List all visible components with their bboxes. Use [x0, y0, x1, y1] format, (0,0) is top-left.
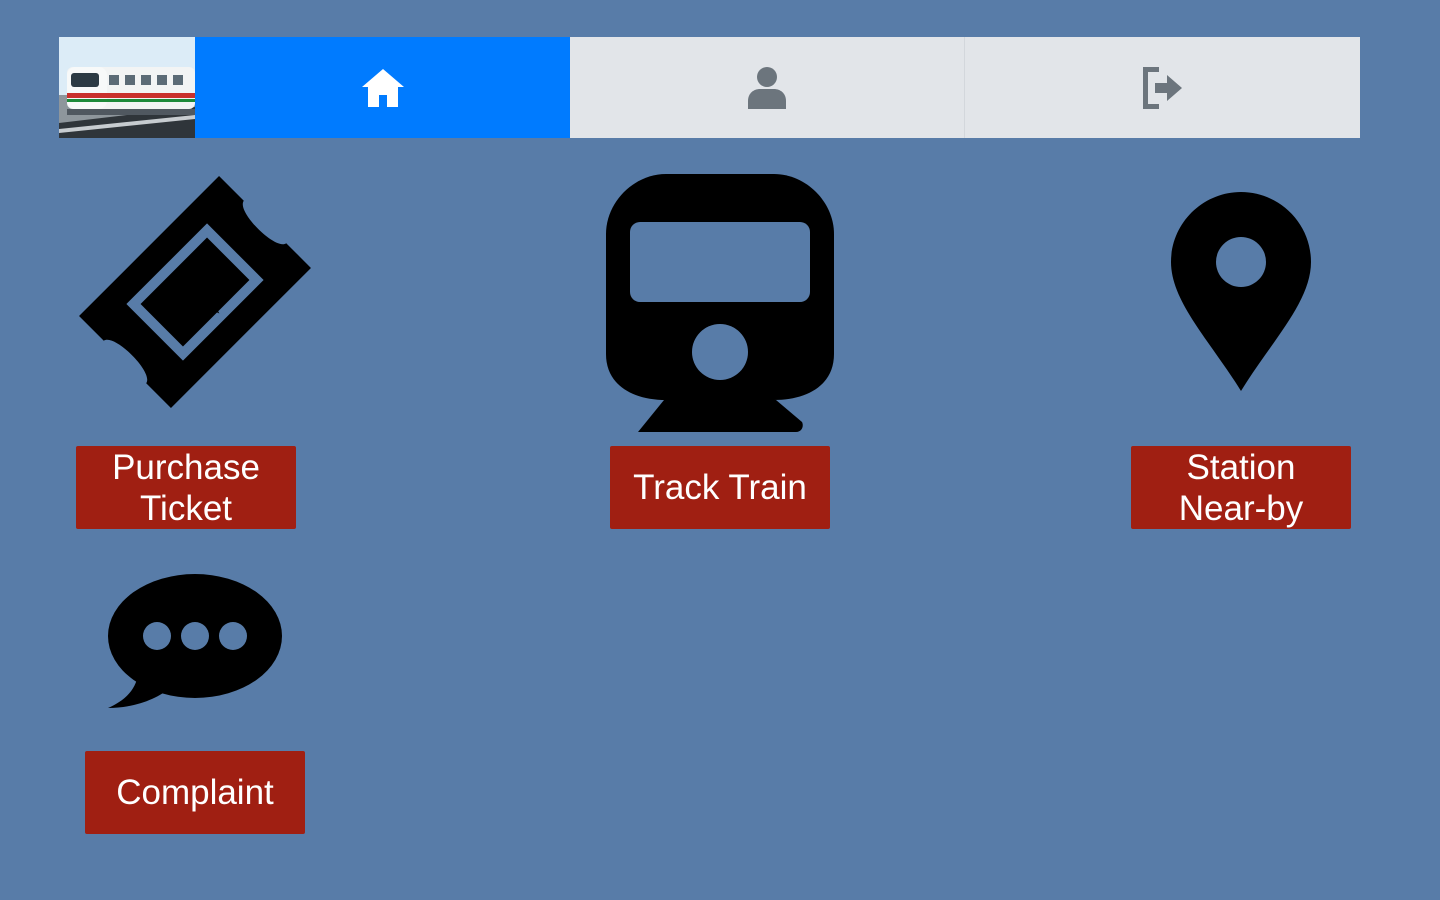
top-navbar [59, 37, 1360, 138]
purchase-ticket-button[interactable]: Purchase Ticket [76, 446, 296, 529]
metro-train-logo[interactable] [59, 37, 195, 138]
comment-bubble-icon[interactable] [108, 574, 283, 710]
user-icon [748, 66, 786, 109]
complaint-button[interactable]: Complaint [85, 751, 305, 834]
tab-logout[interactable] [965, 37, 1360, 138]
tab-profile[interactable] [570, 37, 965, 138]
station-nearby-button[interactable]: Station Near-by [1131, 446, 1351, 529]
logout-icon [1142, 66, 1182, 109]
ticket-icon[interactable] [76, 172, 314, 412]
train-icon[interactable] [606, 174, 834, 434]
home-icon [361, 68, 404, 107]
map-pin-icon[interactable] [1171, 192, 1311, 392]
home-page: Purchase Ticket Track Train Station Near… [0, 0, 1440, 900]
tab-home[interactable] [195, 37, 570, 138]
track-train-button[interactable]: Track Train [610, 446, 830, 529]
